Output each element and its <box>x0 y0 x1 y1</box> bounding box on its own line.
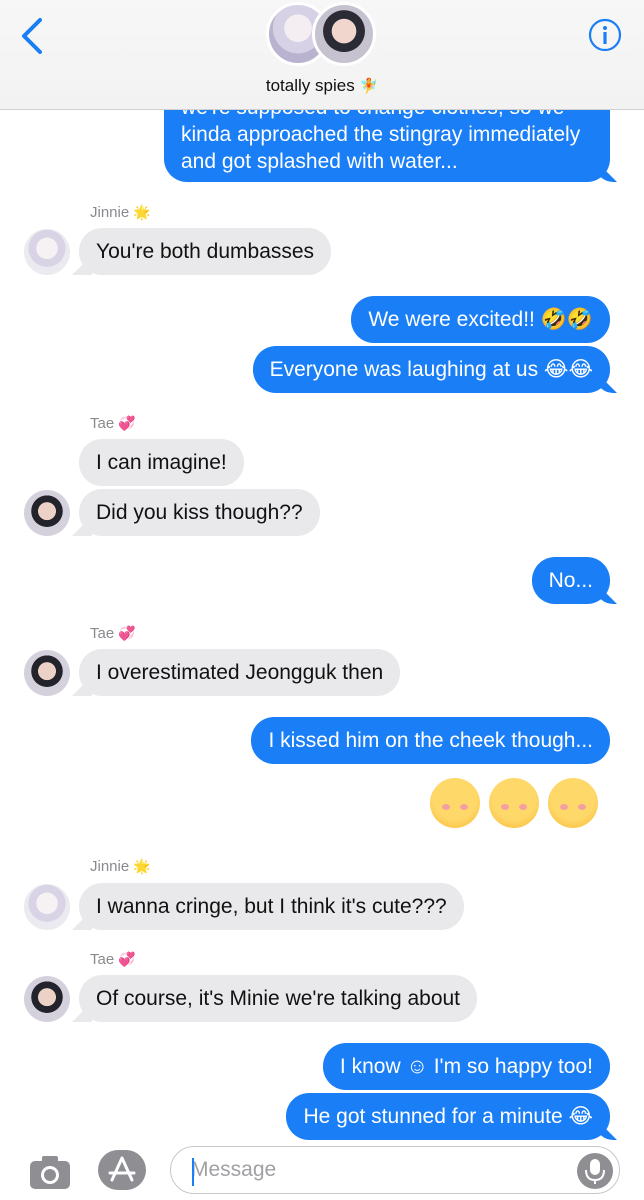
star-icon: 🌟 <box>133 859 151 875</box>
message-bubble-incoming[interactable]: I overestimated Jeongguk then <box>79 649 401 696</box>
message-bubble-outgoing[interactable]: Everyone was laughing at us 😂😂 <box>252 346 610 393</box>
chevron-left-icon[interactable] <box>18 16 48 56</box>
avatar-tae[interactable] <box>24 490 70 536</box>
info-icon[interactable] <box>588 18 622 52</box>
smiling-face-icon <box>489 778 540 828</box>
emoji-message[interactable] <box>430 778 602 832</box>
sender-name: Tae 💞 <box>90 415 136 432</box>
sender-label: Jinnie <box>90 858 130 875</box>
title-text: totally spies <box>265 76 355 95</box>
star-icon: 🌟 <box>133 205 151 221</box>
hearts-icon: 💞 <box>118 626 136 642</box>
message-text: I can imagine! <box>96 451 227 474</box>
message-bubble-incoming[interactable]: You're both dumbasses <box>79 228 332 275</box>
message-text: We were excited!! 🤣🤣 <box>368 308 593 331</box>
conversation-header: totally spies 🧚 <box>0 0 644 110</box>
message-bubble-outgoing[interactable]: He got stunned for a minute 😂 <box>286 1093 610 1140</box>
message-bubble-incoming[interactable]: I can imagine! <box>79 439 244 486</box>
message-bubble-incoming[interactable]: Did you kiss though?? <box>79 489 320 536</box>
avatar-jinnie[interactable] <box>24 229 70 275</box>
app-store-icon[interactable] <box>98 1150 146 1190</box>
message-text: No... <box>548 569 593 592</box>
sender-name: Jinnie 🌟 <box>90 204 151 221</box>
message-line: and got splashed with water... <box>181 150 458 173</box>
sender-label: Tae <box>90 951 115 968</box>
message-input-bar <box>0 1140 644 1200</box>
message-bubble-outgoing[interactable]: I know ☺ I'm so happy too! <box>322 1043 610 1090</box>
smiling-face-icon <box>548 778 599 828</box>
message-text: Did you kiss though?? <box>96 501 303 524</box>
microphone-icon[interactable] <box>577 1153 613 1189</box>
message-field[interactable] <box>170 1146 620 1194</box>
camera-icon[interactable] <box>28 1152 72 1192</box>
message-text: I overestimated Jeongguk then <box>96 661 384 684</box>
message-text: I wanna cringe, but I think it's cute??? <box>96 895 447 918</box>
sender-name: Jinnie 🌟 <box>90 858 151 875</box>
fairy-icon: 🧚 <box>359 77 379 95</box>
hearts-icon: 💞 <box>118 952 136 968</box>
text-cursor <box>192 1158 194 1186</box>
message-text: You're both dumbasses <box>96 240 315 263</box>
message-bubble-outgoing[interactable]: No... <box>531 557 610 604</box>
message-bubble-outgoing[interactable]: We were excited!! 🤣🤣 <box>351 296 610 343</box>
sender-label: Tae <box>90 625 115 642</box>
sender-label: Tae <box>90 415 115 432</box>
message-text: Of course, it's Minie we're talking abou… <box>96 987 461 1010</box>
message-bubble-incoming[interactable]: I wanna cringe, but I think it's cute??? <box>79 883 464 930</box>
conversation-title[interactable]: totally spies 🧚 <box>0 76 644 96</box>
smiling-face-icon <box>430 778 480 828</box>
avatar-tae <box>312 2 376 66</box>
avatar-tae[interactable] <box>24 650 70 696</box>
sender-name: Tae 💞 <box>90 625 136 642</box>
hearts-icon: 💞 <box>118 416 136 432</box>
message-text: Everyone was laughing at us 😂😂 <box>269 358 593 381</box>
message-text: He got stunned for a minute 😂 <box>303 1105 593 1128</box>
message-text: I kissed him on the cheek though... <box>268 729 593 752</box>
sender-label: Jinnie <box>90 204 130 221</box>
message-thread: we're supposed to change clothes, so we … <box>0 0 644 1140</box>
message-bubble-incoming[interactable]: Of course, it's Minie we're talking abou… <box>79 975 478 1022</box>
group-avatars[interactable] <box>266 0 378 70</box>
message-text: I know ☺ I'm so happy too! <box>339 1055 593 1078</box>
message-input[interactable] <box>191 1155 551 1185</box>
sender-name: Tae 💞 <box>90 951 136 968</box>
avatar-tae[interactable] <box>24 976 70 1022</box>
message-line: kinda approached the stingray immediatel… <box>181 123 581 146</box>
message-bubble-outgoing[interactable]: I kissed him on the cheek though... <box>251 717 610 764</box>
avatar-jinnie[interactable] <box>24 884 70 930</box>
